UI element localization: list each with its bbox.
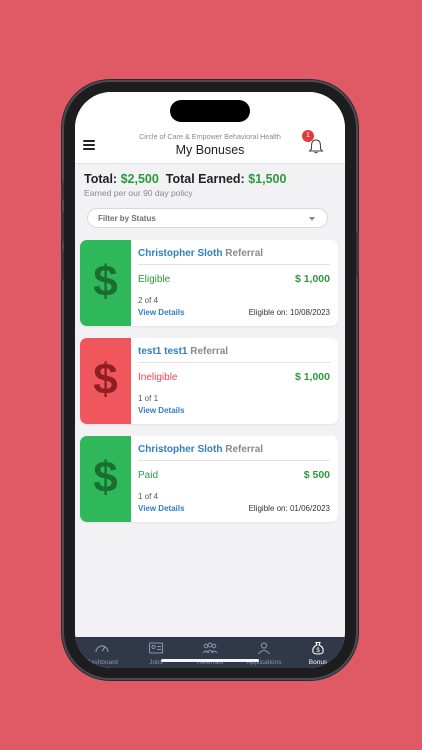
view-details-link[interactable]: View Details (138, 308, 185, 317)
person-icon (258, 642, 270, 655)
app-screen: Circle of Care & Empower Behavioral Heal… (75, 92, 345, 668)
bonus-card[interactable]: $ test1 test1 Referral Ineligible $ 1,00… (80, 338, 338, 424)
notification-badge: 1 (302, 130, 314, 142)
card-divider (138, 264, 330, 265)
dollar-icon: $ (93, 355, 118, 404)
total-value: $2,500 (120, 172, 159, 186)
tab-applications[interactable]: Applications (237, 637, 291, 668)
earned-label: Total Earned: (165, 172, 245, 186)
earned-value: $1,500 (248, 172, 287, 186)
bonus-count: 2 of 4 (138, 296, 159, 305)
bonus-title: test1 test1 Referral (138, 346, 228, 357)
phone-side-button (61, 250, 64, 280)
bottom-tab-bar: Dashboard Jobs Referrals Applications $ … (75, 637, 345, 668)
bonus-amount: $ 1,000 (294, 273, 330, 285)
chevron-down-icon (309, 217, 315, 221)
view-details-link[interactable]: View Details (138, 504, 185, 513)
eligible-date: Eligible on: 10/08/2023 (248, 308, 330, 317)
referral-name: Christopher Sloth (138, 248, 223, 259)
referral-name: test1 test1 (138, 346, 188, 357)
bonus-status: Eligible (138, 274, 171, 285)
bonus-count: 1 of 1 (138, 394, 159, 403)
tab-label: Bonus (308, 659, 328, 666)
eligible-date: Eligible on: 01/06/2023 (248, 504, 330, 513)
phone-side-button (61, 182, 64, 200)
bonus-title: Christopher Sloth Referral (138, 248, 263, 259)
total-label: Total: (84, 172, 118, 186)
tab-bonus[interactable]: $ Bonus (291, 637, 345, 668)
bonus-card[interactable]: $ Christopher Sloth Referral Paid $ 500 … (80, 436, 338, 522)
tab-referrals[interactable]: Referrals (183, 637, 237, 668)
bonus-status: Ineligible (138, 372, 178, 383)
view-details-link[interactable]: View Details (138, 406, 185, 415)
status-filter-select[interactable]: Filter by Status (87, 208, 328, 228)
filter-placeholder: Filter by Status (98, 214, 156, 223)
svg-text:$: $ (316, 648, 320, 654)
people-icon (202, 642, 218, 654)
bonus-type: Referral (225, 248, 264, 259)
dollar-icon: $ (93, 257, 118, 306)
organization-name: Circle of Care & Empower Behavioral Heal… (139, 132, 281, 141)
menu-icon[interactable] (83, 140, 95, 150)
tab-jobs[interactable]: Jobs (129, 637, 183, 668)
dollar-icon: $ (93, 453, 118, 502)
bonus-status-strip: $ (80, 240, 131, 326)
bonus-status: Paid (138, 470, 159, 481)
money-bag-icon: $ (312, 641, 324, 655)
phone-side-button (61, 212, 64, 242)
referral-name: Christopher Sloth (138, 444, 223, 455)
id-card-icon (148, 642, 164, 654)
bonus-card[interactable]: $ Christopher Sloth Referral Eligible $ … (80, 240, 338, 326)
dynamic-island (170, 100, 250, 122)
policy-note: Earned per our 90 day policy (84, 188, 193, 198)
tab-dashboard[interactable]: Dashboard (75, 637, 129, 668)
bonus-totals: Total: $2,500 Total Earned: $1,500 (84, 172, 286, 186)
bonus-amount: $ 1,000 (294, 371, 330, 383)
home-indicator[interactable] (161, 659, 259, 662)
gauge-icon (95, 645, 109, 653)
card-divider (138, 460, 330, 461)
bonus-type: Referral (225, 444, 264, 455)
bonus-title: Christopher Sloth Referral (138, 444, 263, 455)
page-title: My Bonuses (175, 143, 245, 157)
phone-side-button (356, 232, 359, 278)
bonus-count: 1 of 4 (138, 492, 159, 501)
bonus-status-strip: $ (80, 436, 131, 522)
bonus-type: Referral (190, 346, 229, 357)
tab-label: Dashboard (86, 659, 118, 666)
bonus-status-strip: $ (80, 338, 131, 424)
bonus-amount: $ 500 (303, 469, 330, 481)
card-divider (138, 362, 330, 363)
phone-frame: Circle of Care & Empower Behavioral Heal… (61, 82, 359, 678)
